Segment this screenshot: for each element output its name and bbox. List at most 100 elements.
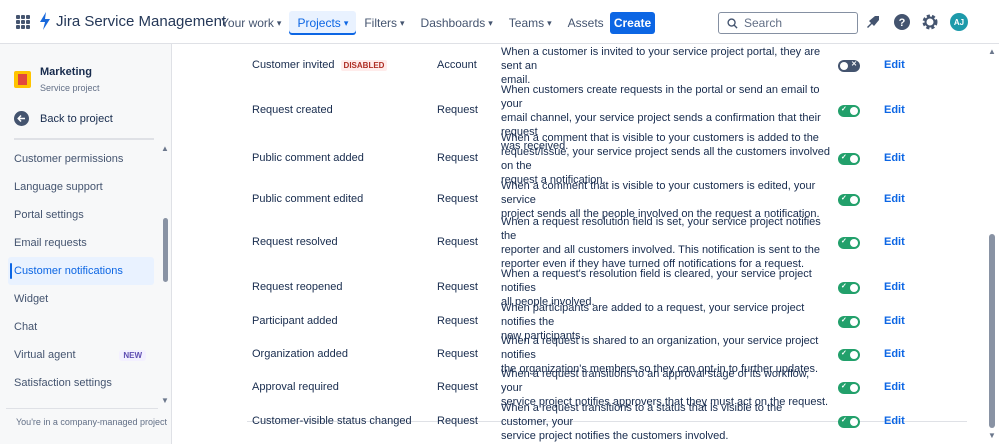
create-button[interactable]: Create [610,12,655,34]
edit-link[interactable]: Edit [884,415,905,427]
sidebar-item-email-requests[interactable]: Email requests [8,229,154,257]
notification-description: When a request resolution field is set, … [501,215,831,271]
nav-label: Projects [297,16,341,30]
notification-type: Request [437,236,478,248]
help-icon[interactable]: ? [893,13,911,31]
edit-link[interactable]: Edit [884,152,905,164]
sidebar-item-customer-notifications[interactable]: Customer notifications [8,257,154,285]
notification-toggle[interactable]: ✓ [838,194,860,206]
page-scrollbar-thumb[interactable] [989,234,995,428]
notification-toggle[interactable]: ✕ [838,60,860,72]
notification-toggle[interactable]: ✓ [838,105,860,117]
notification-name-cell: Customer-visible status changed [252,415,412,427]
back-to-project-link[interactable]: Back to project [14,111,113,126]
sidebar-nav: Customer permissions Language support Port… [8,145,154,397]
description-line: When a comment that is visible to your c… [501,132,819,144]
settings-icon[interactable] [921,13,939,31]
description-line: service project notifies the customers i… [501,430,729,442]
edit-link[interactable]: Edit [884,348,905,360]
notification-name-cell: Request reopened [252,281,343,293]
sidebar-scrollbar-thumb[interactable] [163,218,168,282]
edit-link[interactable]: Edit [884,381,905,393]
notification-name: Approval required [252,381,339,393]
scroll-down-arrow-icon[interactable]: ▼ [161,396,169,405]
nav-your-work[interactable]: Your work ▾ [213,11,289,35]
edit-link[interactable]: Edit [884,236,905,248]
scroll-up-arrow-icon[interactable]: ▲ [161,144,169,153]
notification-name-cell: Request resolved [252,236,338,248]
sidebar-item-label: Customer permissions [14,153,124,165]
search-input[interactable] [744,16,844,30]
sidebar-item-portal-settings[interactable]: Portal settings [8,201,154,229]
nav-assets[interactable]: Assets [560,11,612,35]
description-line: reporter and all customers involved. Thi… [501,244,820,256]
edit-link[interactable]: Edit [884,59,905,71]
notification-name-cell: Request created [252,104,333,116]
nav-label: Your work [221,16,274,30]
description-line: When a request transitions to a status t… [501,402,783,428]
notification-name: Participant added [252,315,338,327]
sidebar-item-widget[interactable]: Widget [8,285,154,313]
search-box[interactable] [718,12,858,34]
sidebar-item-virtual-agent[interactable]: Virtual agent NEW [8,341,154,369]
notification-name-cell: Public comment edited [252,193,363,205]
edit-link[interactable]: Edit [884,315,905,327]
sidebar-item-label: Chat [14,321,38,333]
app-switcher-icon[interactable] [16,15,30,29]
sidebar-item-language-support[interactable]: Language support [8,173,154,201]
product-name: Jira Service Management [56,12,227,30]
project-header[interactable]: Marketing Service project [14,66,100,93]
toggle-knob [850,351,858,359]
toggle-knob [850,239,858,247]
check-icon: ✓ [841,317,847,324]
notification-type: Account [437,59,477,71]
notification-name: Request reopened [252,281,343,293]
toggle-knob [850,418,858,426]
sidebar-item-satisfaction-settings[interactable]: Satisfaction settings [8,369,154,397]
edit-link[interactable]: Edit [884,281,905,293]
sidebar-item-customer-permissions[interactable]: Customer permissions [8,145,154,173]
nav-filters[interactable]: Filters ▾ [356,11,412,35]
nav-teams[interactable]: Teams ▾ [501,11,560,35]
sidebar-footer-divider [6,408,158,409]
check-icon: ✓ [841,350,847,357]
notification-toggle[interactable]: ✓ [838,153,860,165]
notification-toggle[interactable]: ✓ [838,316,860,328]
product-logo[interactable]: Jira Service Management [38,12,226,30]
notification-name: Request resolved [252,236,338,248]
svg-text:?: ? [899,17,906,29]
notifications-table: Customer invited DISABLED Account When a cu… [173,44,999,444]
edit-link[interactable]: Edit [884,193,905,205]
notifications-icon[interactable] [864,13,882,31]
notification-toggle[interactable]: ✓ [838,282,860,294]
nav-projects[interactable]: Projects ▾ [289,11,357,35]
toggle-knob [850,284,858,292]
check-icon: ✓ [841,106,847,113]
notification-type: Request [437,281,478,293]
toggle-knob [840,62,848,70]
check-icon: ✓ [841,195,847,202]
nav-dashboards[interactable]: Dashboards ▾ [413,11,501,35]
page-scroll-up-icon[interactable]: ▲ [988,47,996,56]
chevron-down-icon: ▾ [400,17,405,28]
nav-label: Filters [364,16,398,30]
description-line: request/issue, your service project send… [501,146,830,172]
notification-toggle[interactable]: ✓ [838,237,860,249]
toggle-knob [850,384,858,392]
notification-type: Request [437,152,478,164]
user-avatar[interactable]: AJ [950,13,968,31]
description-line: When a comment that is visible to your c… [501,180,816,206]
notification-toggle[interactable]: ✓ [838,382,860,394]
notification-toggle[interactable]: ✓ [838,349,860,361]
search-icon [727,17,738,29]
sidebar-item-label: Portal settings [14,209,84,221]
page-scroll-down-icon[interactable]: ▼ [988,431,996,440]
disabled-lozenge: DISABLED [340,59,388,71]
toggle-knob [850,155,858,163]
edit-link[interactable]: Edit [884,104,905,116]
notification-name-cell: Organization added [252,348,348,360]
sidebar-item-chat[interactable]: Chat [8,313,154,341]
close-icon: ✕ [851,61,857,68]
notification-toggle[interactable]: ✓ [838,416,860,428]
back-label: Back to project [40,112,113,125]
